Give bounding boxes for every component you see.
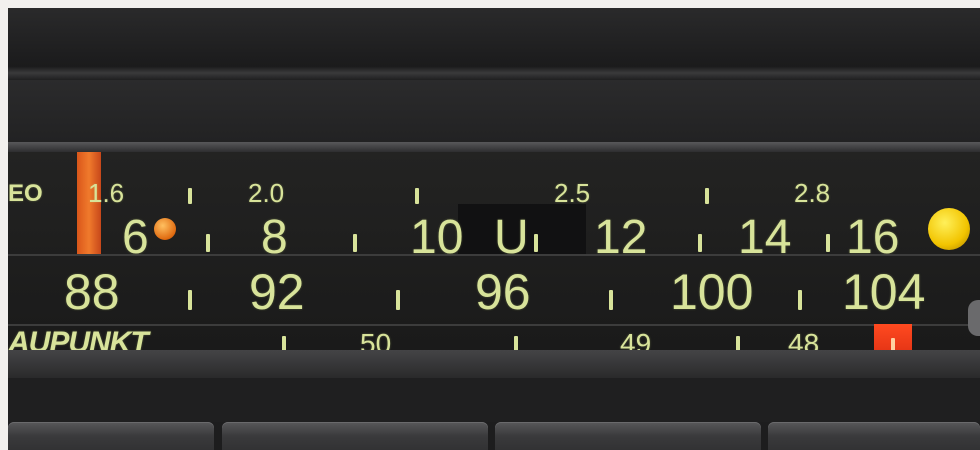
dial-bottom-lip: [8, 350, 980, 378]
scale-tick: [396, 290, 400, 310]
upper-panel: [8, 80, 980, 142]
scale-tick: [534, 234, 538, 252]
scale-tick: [353, 234, 357, 252]
radio-faceplate: EO 1.6 2.0 2.5 2.8 6 8 10 U 12 14 16 88 …: [8, 8, 980, 450]
scale-label-top: 2.8: [794, 178, 831, 208]
scale-label-u: U: [494, 211, 529, 264]
preset-key[interactable]: [8, 422, 214, 450]
scale-label-mw: 12: [594, 211, 648, 264]
tuning-dial: EO 1.6 2.0 2.5 2.8 6 8 10 U 12 14 16 88 …: [8, 152, 980, 366]
preset-key[interactable]: [222, 422, 488, 450]
lower-panel: [8, 378, 980, 422]
scale-label-fm: 96: [475, 264, 531, 320]
scale-label-mw: 10: [410, 211, 464, 264]
band-divider: [8, 324, 980, 326]
mono-indicator-lamp: [154, 218, 176, 240]
scale-label-fm: 100: [670, 264, 754, 320]
stereo-indicator-lamp: [928, 208, 970, 250]
scale-tick: [705, 188, 709, 204]
preset-key[interactable]: [495, 422, 761, 450]
scale-label-fm: 92: [249, 264, 305, 320]
scale-tick: [188, 188, 192, 204]
scale-tick: [415, 188, 419, 204]
scale-tick: [188, 290, 192, 310]
scale-label-top: 2.5: [554, 178, 591, 208]
scale-label-top: 2.0: [248, 178, 285, 208]
scale-tick: [206, 234, 210, 252]
scale-label-mw: 16: [846, 211, 900, 264]
stereo-label: EO: [8, 180, 43, 207]
preset-key[interactable]: [768, 422, 980, 450]
scale-label-fm: 104: [842, 264, 926, 320]
scale-tick: [698, 234, 702, 252]
scale-tick: [826, 234, 830, 252]
scale-tick: [609, 290, 613, 310]
scale-label-mw: 14: [738, 211, 792, 264]
scale-label-mw: 8: [261, 211, 288, 264]
dial-glass-edge: [8, 142, 980, 152]
scale-tick: [798, 290, 802, 310]
chrome-rail: [8, 66, 980, 80]
dial-screw: [968, 300, 980, 336]
top-panel: [8, 8, 980, 66]
scale-label-top: 1.6: [88, 178, 125, 208]
scale-label-fm: 88: [64, 264, 120, 320]
scale-label-mw: 6: [122, 211, 149, 264]
